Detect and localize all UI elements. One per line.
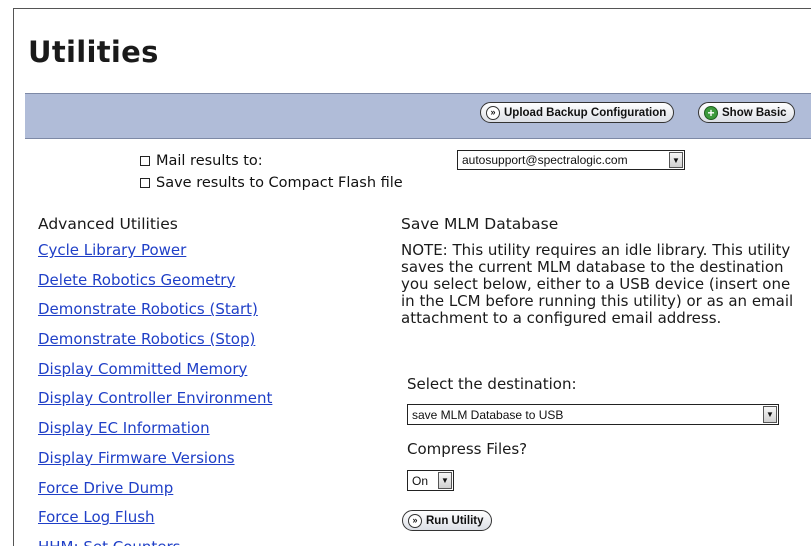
utility-note: NOTE: This utility requires an idle libr… — [401, 241, 794, 327]
mail-results-checkbox[interactable] — [140, 156, 150, 166]
toolbar: » Upload Backup Configuration + Show Bas… — [25, 93, 811, 139]
list-item: Force Log Flush — [38, 507, 272, 537]
utility-link-hhm-set-counters[interactable]: HHM: Set Counters — [38, 538, 180, 546]
utility-link-list: Cycle Library Power Delete Robotics Geom… — [38, 240, 272, 546]
list-item: Delete Robotics Geometry — [38, 270, 272, 300]
upload-backup-configuration-button[interactable]: » Upload Backup Configuration — [480, 102, 675, 123]
double-chevron-right-icon: » — [408, 513, 422, 528]
list-item: HHM: Set Counters — [38, 537, 272, 546]
utility-link-display-firmware-versions[interactable]: Display Firmware Versions — [38, 449, 235, 467]
utility-detail-panel: Save MLM Database NOTE: This utility req… — [401, 215, 801, 327]
utility-link-display-controller-environment[interactable]: Display Controller Environment — [38, 389, 272, 407]
utility-link-demonstrate-robotics-stop[interactable]: Demonstrate Robotics (Stop) — [38, 330, 255, 348]
destination-label: Select the destination: — [407, 375, 577, 393]
save-flash-option: Save results to Compact Flash file — [140, 172, 403, 194]
mail-results-option: Mail results to: — [140, 150, 403, 172]
utility-link-delete-robotics-geometry[interactable]: Delete Robotics Geometry — [38, 271, 235, 289]
utility-link-cycle-library-power[interactable]: Cycle Library Power — [38, 241, 186, 259]
run-utility-label: Run Utility — [426, 514, 484, 527]
list-item: Display EC Information — [38, 418, 272, 448]
compress-files-select[interactable]: On ▼ — [407, 470, 454, 491]
dropdown-arrow-icon: ▼ — [438, 472, 452, 489]
result-options: Mail results to: Save results to Compact… — [140, 150, 403, 194]
list-item: Cycle Library Power — [38, 240, 272, 270]
list-item: Display Firmware Versions — [38, 448, 272, 478]
advanced-utilities-title: Advanced Utilities — [38, 215, 178, 233]
utility-link-display-committed-memory[interactable]: Display Committed Memory — [38, 360, 247, 378]
dropdown-arrow-icon: ▼ — [763, 406, 777, 423]
utility-link-force-log-flush[interactable]: Force Log Flush — [38, 508, 155, 526]
utility-detail-title: Save MLM Database — [401, 215, 559, 233]
upload-backup-configuration-label: Upload Backup Configuration — [504, 106, 667, 119]
advanced-utilities-panel: Advanced Utilities Cycle Library Power D… — [38, 215, 272, 546]
mail-results-label: Mail results to: — [156, 153, 263, 169]
double-chevron-right-icon: » — [486, 105, 500, 120]
compress-files-value: On — [412, 473, 429, 488]
utility-link-display-ec-information[interactable]: Display EC Information — [38, 419, 210, 437]
list-item: Force Drive Dump — [38, 478, 272, 508]
mail-recipient-select[interactable]: autosupport@spectralogic.com ▼ — [457, 150, 685, 170]
dropdown-arrow-icon: ▼ — [669, 152, 683, 168]
plus-circle-icon: + — [704, 105, 718, 120]
list-item: Display Committed Memory — [38, 359, 272, 389]
run-utility-button[interactable]: » Run Utility — [402, 510, 492, 531]
list-item: Display Controller Environment — [38, 388, 272, 418]
save-flash-label: Save results to Compact Flash file — [156, 175, 403, 191]
destination-value: save MLM Database to USB — [412, 407, 564, 422]
destination-select[interactable]: save MLM Database to USB ▼ — [407, 404, 779, 425]
list-item: Demonstrate Robotics (Start) — [38, 299, 272, 329]
save-flash-checkbox[interactable] — [140, 178, 150, 188]
show-basic-label: Show Basic — [722, 106, 787, 119]
page-title: Utilities — [28, 35, 159, 69]
utility-link-demonstrate-robotics-start[interactable]: Demonstrate Robotics (Start) — [38, 300, 258, 318]
compress-files-label: Compress Files? — [407, 440, 528, 458]
list-item: Demonstrate Robotics (Stop) — [38, 329, 272, 359]
mail-recipient-value: autosupport@spectralogic.com — [462, 153, 628, 167]
utility-link-force-drive-dump[interactable]: Force Drive Dump — [38, 479, 173, 497]
show-basic-button[interactable]: + Show Basic — [698, 102, 795, 123]
